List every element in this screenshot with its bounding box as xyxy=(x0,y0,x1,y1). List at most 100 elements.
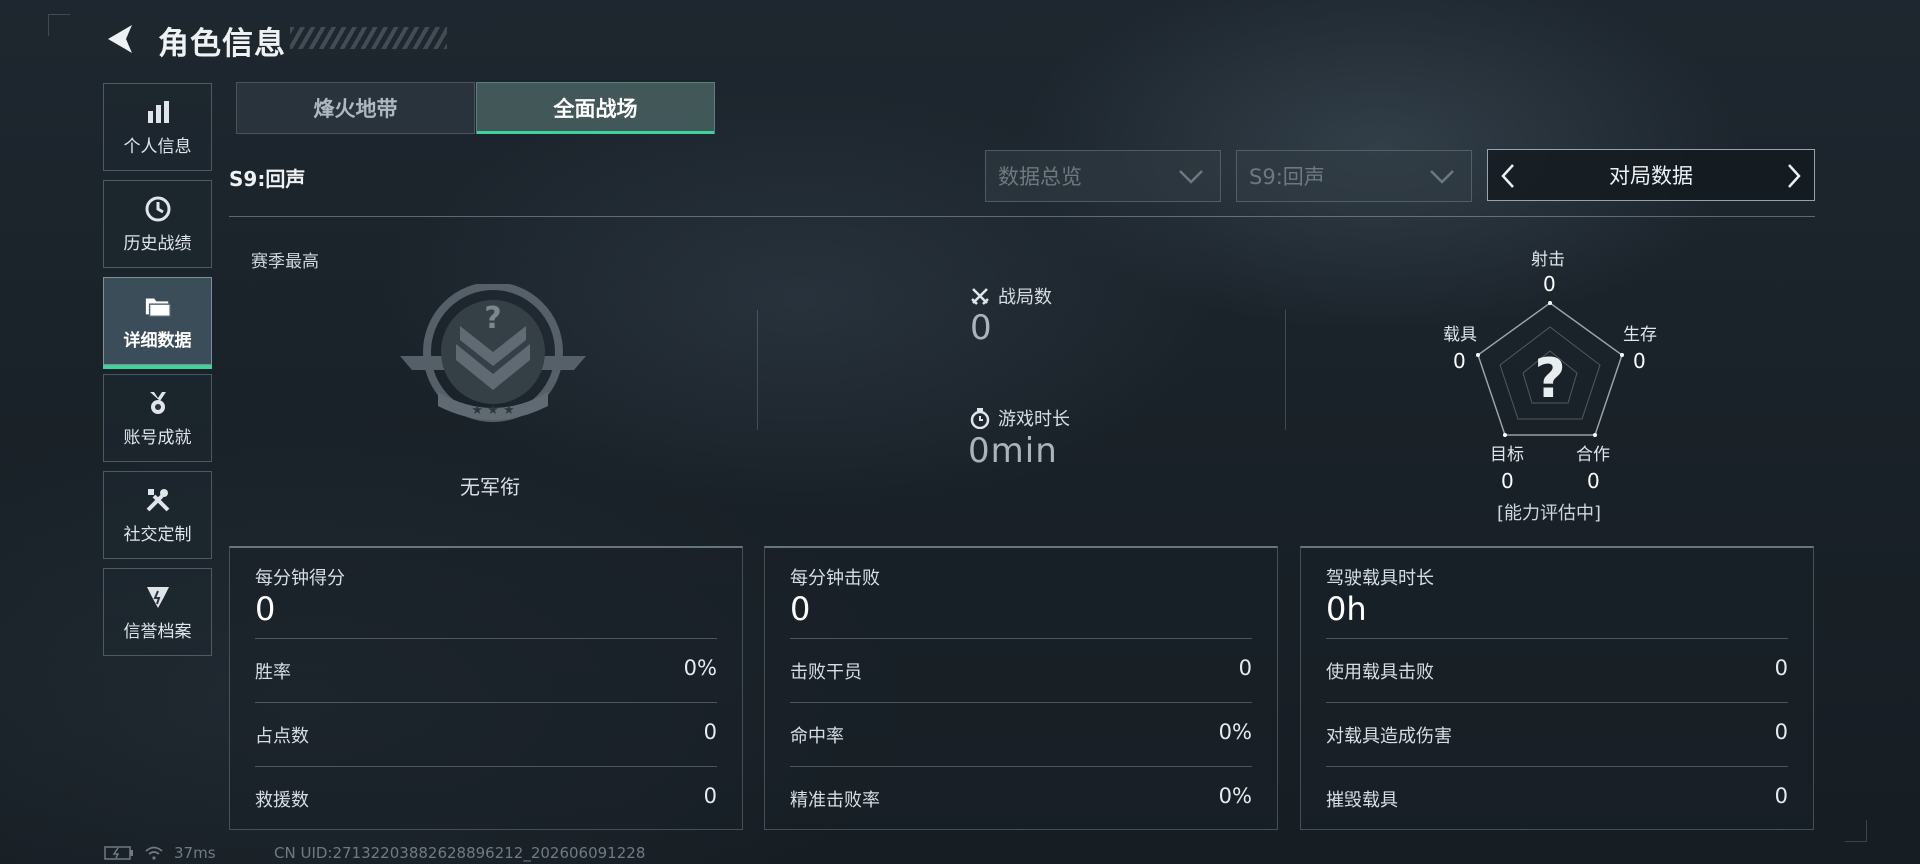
radar-label-shooting: 射击 xyxy=(1531,250,1565,270)
card-row-label: 使用载具击败 xyxy=(1326,662,1434,683)
card-divider xyxy=(255,638,717,639)
card-main-value: 0 xyxy=(790,590,811,628)
card-row-value: 0% xyxy=(1218,784,1252,808)
play-time-label-text: 游戏时长 xyxy=(998,409,1070,430)
stat-card-vehicle: 驾驶载具时长 0h 使用载具击败 0 对载具造成伤害 0 摧毁载具 0 xyxy=(1300,546,1814,830)
back-arrow-icon[interactable] xyxy=(104,22,136,56)
history-clock-icon xyxy=(144,195,172,223)
sidebar-item-label: 详细数据 xyxy=(123,330,192,351)
sidebar-item-label: 个人信息 xyxy=(123,136,192,157)
card-divider xyxy=(790,638,1252,639)
card-divider xyxy=(1326,702,1788,703)
overview-dropdown[interactable]: 数据总览 xyxy=(985,150,1221,202)
section-divider xyxy=(229,216,1815,217)
column-divider xyxy=(1285,310,1286,430)
switcher-label: 对局数据 xyxy=(1609,164,1693,188)
card-divider xyxy=(790,766,1252,767)
card-row-label: 救援数 xyxy=(255,790,309,811)
chevron-left-icon[interactable] xyxy=(1498,162,1518,190)
card-divider xyxy=(790,702,1252,703)
tab-warzone[interactable]: 烽火地带 xyxy=(236,82,475,134)
status-bar: 37ms xyxy=(104,844,216,862)
stopwatch-icon xyxy=(970,408,990,429)
card-divider xyxy=(255,766,717,767)
card-row-value: 0 xyxy=(1774,656,1788,680)
radar-label-cooperation: 合作 xyxy=(1576,445,1610,465)
medal-icon xyxy=(144,389,172,417)
chevron-down-icon xyxy=(1430,170,1454,184)
column-divider xyxy=(757,310,758,430)
radar-label-survival: 生存 xyxy=(1623,325,1657,345)
chevron-down-icon xyxy=(1179,170,1203,184)
card-divider xyxy=(1326,638,1788,639)
card-row-value: 0% xyxy=(683,656,717,680)
radar-label-vehicle: 载具 xyxy=(1443,325,1477,345)
games-count-value: 0 xyxy=(970,308,993,348)
data-type-switcher: 对局数据 xyxy=(1487,149,1815,201)
wifi-icon xyxy=(145,846,163,860)
season-dropdown-value: S9:回声 xyxy=(1249,165,1325,189)
user-uid: CN UID:27132203882628896212_202606091228 xyxy=(274,844,646,862)
games-count-label-text: 战局数 xyxy=(998,287,1052,308)
card-row-value: 0% xyxy=(1218,720,1252,744)
card-row-label: 对载具造成伤害 xyxy=(1326,726,1452,747)
sidebar-item-detailed-data[interactable]: 详细数据 xyxy=(103,277,212,369)
radar-value-shooting: 0 xyxy=(1543,272,1556,296)
sidebar-item-history[interactable]: 历史战绩 xyxy=(103,180,212,268)
season-dropdown[interactable]: S9:回声 xyxy=(1236,150,1472,202)
card-title: 驾驶载具时长 xyxy=(1326,568,1434,589)
sidebar-item-reputation[interactable]: 信誉档案 xyxy=(103,568,212,656)
card-main-value: 0 xyxy=(255,590,276,628)
sidebar-item-label: 历史战绩 xyxy=(123,233,192,254)
ability-radar-chart: ? xyxy=(1476,301,1624,437)
rank-name: 无军衔 xyxy=(460,475,520,499)
card-row-label: 命中率 xyxy=(790,726,844,747)
radar-label-objective: 目标 xyxy=(1490,445,1524,465)
games-count-label: 战局数 xyxy=(970,283,1052,309)
card-row-value: 0 xyxy=(703,784,717,808)
rank-emblem-icon: ? ★ ★ ★ xyxy=(400,284,586,422)
stat-card-score: 每分钟得分 0 胜率 0% 占点数 0 救援数 0 xyxy=(229,546,743,830)
card-row-label: 击败干员 xyxy=(790,662,862,683)
card-title: 每分钟击败 xyxy=(790,568,880,589)
sidebar-item-label: 账号成就 xyxy=(123,427,192,448)
sidebar-item-achievements[interactable]: 账号成就 xyxy=(103,374,212,462)
tab-all-out-warfare[interactable]: 全面战场 xyxy=(476,82,715,134)
card-divider xyxy=(1326,766,1788,767)
page-title: 角色信息 xyxy=(158,26,286,62)
card-row-label: 摧毁载具 xyxy=(1326,790,1398,811)
card-row-value: 0 xyxy=(703,720,717,744)
svg-text:★ ★ ★: ★ ★ ★ xyxy=(471,403,514,418)
card-row-value: 0 xyxy=(1238,656,1252,680)
corner-decoration xyxy=(48,14,70,36)
overview-dropdown-value: 数据总览 xyxy=(998,165,1082,189)
battery-icon xyxy=(104,846,133,860)
bar-chart-icon xyxy=(144,98,172,126)
chevron-right-icon[interactable] xyxy=(1784,162,1804,190)
radar-value-vehicle: 0 xyxy=(1453,349,1466,373)
play-time-value: 0min xyxy=(968,431,1058,471)
shield-badge-icon xyxy=(144,583,172,611)
svg-text:?: ? xyxy=(484,301,501,336)
title-decoration xyxy=(290,27,447,49)
radar-value-cooperation: 0 xyxy=(1587,469,1600,493)
card-row-label: 占点数 xyxy=(255,726,309,747)
sidebar-item-personal-info[interactable]: 个人信息 xyxy=(103,83,212,171)
season-best-label: 赛季最高 xyxy=(251,252,319,272)
play-time-label: 游戏时长 xyxy=(970,405,1070,431)
radar-value-objective: 0 xyxy=(1501,469,1514,493)
sidebar-item-label: 信誉档案 xyxy=(123,621,192,642)
radar-status: [能力评估中] xyxy=(1497,503,1602,524)
card-row-value: 0 xyxy=(1774,720,1788,744)
corner-decoration xyxy=(1845,820,1867,842)
svg-text:?: ? xyxy=(1534,347,1565,410)
sidebar-item-label: 社交定制 xyxy=(123,524,192,545)
ping-value: 37ms xyxy=(174,844,216,862)
card-row-label: 精准击败率 xyxy=(790,790,880,811)
sidebar-item-social[interactable]: 社交定制 xyxy=(103,471,212,559)
card-title: 每分钟得分 xyxy=(255,568,345,589)
radar-value-survival: 0 xyxy=(1633,349,1646,373)
crossed-swords-icon xyxy=(971,288,989,305)
stat-card-kills: 每分钟击败 0 击败干员 0 命中率 0% 精准击败率 0% xyxy=(764,546,1278,830)
folder-icon xyxy=(144,292,172,320)
